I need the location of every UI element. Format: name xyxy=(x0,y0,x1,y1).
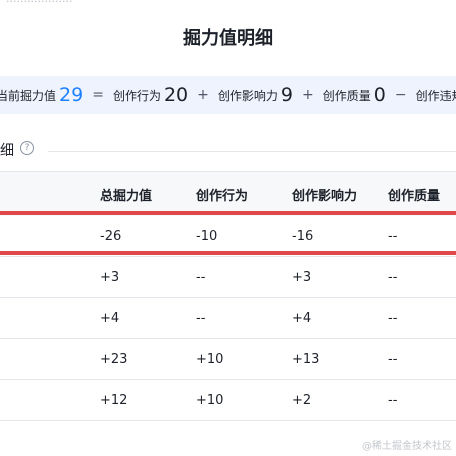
help-icon[interactable]: ? xyxy=(20,141,34,155)
cell-influence: +13 xyxy=(292,351,320,367)
cell-quality: -- xyxy=(388,269,398,285)
table-row: +4 -- +4 -- xyxy=(0,298,456,339)
highlight-annotation-box xyxy=(0,211,456,255)
cell-quality: -- xyxy=(388,392,398,408)
detail-table: 总掘力值 创作行为 创作影响力 创作质量 -26 -10 -16 -- +3 -… xyxy=(0,171,456,421)
cell-total: +23 xyxy=(100,351,128,367)
behavior-value: 20 xyxy=(163,84,189,106)
cell-influence: +3 xyxy=(292,269,312,285)
cell-quality: -- xyxy=(388,310,398,326)
cell-influence: +4 xyxy=(292,310,312,326)
cell-behavior: -- xyxy=(196,310,206,326)
section-divider xyxy=(48,151,456,152)
cell-influence: +2 xyxy=(292,392,312,408)
cell-behavior: +10 xyxy=(196,351,224,367)
influence-label: 创作影响力 xyxy=(217,88,278,103)
current-value: 29 xyxy=(59,84,84,106)
header-total: 总掘力值 xyxy=(100,188,153,204)
influence-value: 9 xyxy=(280,84,293,106)
quality-value: 0 xyxy=(373,84,386,106)
equals-operator: = xyxy=(92,87,104,103)
minus-operator: − xyxy=(394,87,407,103)
current-value-label: 当前掘力值 xyxy=(0,88,57,103)
plus-operator: + xyxy=(301,87,314,103)
cell-total: +12 xyxy=(100,392,128,408)
header-quality: 创作质量 xyxy=(388,188,441,204)
plus-operator: + xyxy=(197,87,209,103)
cell-behavior: +10 xyxy=(196,392,224,408)
behavior-label: 创作行为 xyxy=(112,88,161,103)
cell-total: +4 xyxy=(100,310,120,326)
detail-section-header: 细 ? xyxy=(0,138,456,162)
violation-label: 创作违规 xyxy=(415,88,456,103)
dialog-title: 掘力值明细 xyxy=(183,28,273,49)
header-influence: 创作影响力 xyxy=(292,188,358,204)
partial-top-text-content: ................... xyxy=(6,0,72,5)
partial-top-text: ................... xyxy=(0,0,456,8)
cell-total: +3 xyxy=(100,269,120,285)
table-row: +12 +10 +2 -- xyxy=(0,380,456,421)
section-title: 细 xyxy=(0,143,14,159)
formula-bar: 当前掘力值 29 = 创作行为 20 + 创作影响力 9 + 创作质量 0 − … xyxy=(0,76,456,114)
table-row: +23 +10 +13 -- xyxy=(0,339,456,380)
quality-label: 创作质量 xyxy=(322,88,371,103)
header-behavior: 创作行为 xyxy=(196,188,249,204)
cell-quality: -- xyxy=(388,351,398,367)
table-header-row: 总掘力值 创作行为 创作影响力 创作质量 xyxy=(0,171,456,216)
watermark: @稀土掘金技术社区 xyxy=(362,441,452,452)
table-row: +3 -- +3 -- xyxy=(0,257,456,298)
cell-behavior: -- xyxy=(196,269,206,285)
